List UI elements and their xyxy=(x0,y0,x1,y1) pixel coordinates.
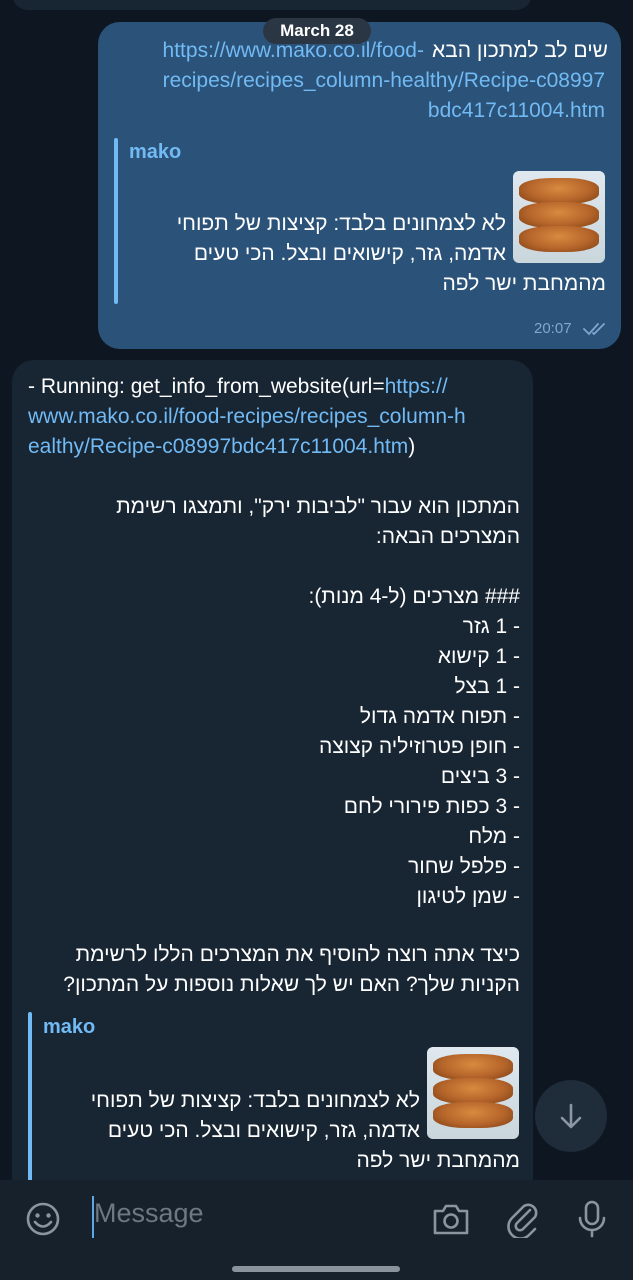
recipe-intro-line1: המתכון הוא עבור "לביבות ירק", ותמצגו רשי… xyxy=(116,495,520,518)
ingredient-item: - 1 גזר xyxy=(462,615,520,638)
running-url-part3[interactable]: ealthy/Recipe-c08997bdc417c11004.htm xyxy=(28,435,408,458)
ingredient-item: - 1 בצל xyxy=(454,675,520,698)
ingredient-item: - 3 כפות פירורי לחם xyxy=(343,795,520,818)
home-gesture-pill[interactable] xyxy=(232,1266,400,1272)
running-url-part2[interactable]: www.mako.co.il/food-recipes/recipes_colu… xyxy=(28,402,466,432)
previous-message-bubble xyxy=(12,0,532,10)
outgoing-url-part2[interactable]: recipes/recipes_column-healthy/Recipe-c0… xyxy=(100,66,605,96)
link-preview-thumbnail[interactable] xyxy=(513,171,605,263)
ingredient-item: - פלפל שחור xyxy=(408,855,520,878)
outgoing-text-prefix: שים לב למתכון הבא xyxy=(431,39,608,62)
ingredient-item: - תפוח אדמה גדול xyxy=(359,705,520,728)
link-preview-desc-line1: לא לצמחונים בלבד: קציצות של תפוחי xyxy=(176,212,506,235)
recipe-intro-line2: המצרכים הבאה: xyxy=(375,525,520,548)
link-preview-desc-line3: מהמחבת ישר לפה xyxy=(442,272,606,295)
mic-icon[interactable] xyxy=(575,1198,609,1240)
outgoing-url-part3[interactable]: bdc417c11004.htm xyxy=(100,96,605,126)
ingredient-item: - 3 ביצים xyxy=(440,765,520,788)
question-line2: הקניות שלך? האם יש לך שאלות נוספות על המ… xyxy=(63,973,520,996)
date-chip: March 28 xyxy=(263,18,371,44)
ingredient-item: - 1 קישוא xyxy=(437,645,520,668)
arrow-down-icon xyxy=(560,1103,582,1129)
running-line1: - Running: get_info_from_website(url=htt… xyxy=(28,372,448,402)
emoji-icon[interactable] xyxy=(24,1200,62,1238)
link-preview-desc-line1: לא לצמחונים בלבד: קציצות של תפוחי xyxy=(90,1089,420,1112)
link-preview-desc-line2: אדמה, גזר, קישואים ובצל. הכי טעים xyxy=(107,1119,420,1142)
running-url-part1[interactable]: https:// xyxy=(385,375,448,398)
ingredients-header: ### מצרכים (ל-4 מנות): xyxy=(308,585,520,608)
attach-icon[interactable] xyxy=(505,1200,541,1238)
ingredient-item: - מלח xyxy=(468,825,520,848)
running-prefix: - Running: get_info_from_website(url= xyxy=(28,375,385,398)
camera-icon[interactable] xyxy=(431,1200,471,1238)
scroll-to-bottom-button[interactable] xyxy=(535,1080,607,1152)
link-preview-site[interactable]: mako xyxy=(43,1016,95,1039)
double-check-icon xyxy=(583,323,605,336)
message-time: 20:07 xyxy=(534,320,572,337)
ingredient-item: - שמן לטיגון xyxy=(416,885,520,908)
question-line1: כיצד אתה רוצה להוסיף את המצרכים הללו לרש… xyxy=(75,943,520,966)
ingredient-item: - חופן פטרוזיליה קצוצה xyxy=(319,735,520,758)
link-preview-desc-line3: מהמחבת ישר לפה xyxy=(356,1149,520,1172)
link-preview-site[interactable]: mako xyxy=(129,141,181,164)
link-preview-thumbnail[interactable] xyxy=(427,1047,519,1139)
running-line3: ealthy/Recipe-c08997bdc417c11004.htm) xyxy=(28,432,415,462)
running-suffix: ) xyxy=(408,435,416,458)
message-input[interactable]: Message xyxy=(94,1198,204,1229)
link-preview-desc-line2: אדמה, גזר, קישואים ובצל. הכי טעים xyxy=(193,242,506,265)
